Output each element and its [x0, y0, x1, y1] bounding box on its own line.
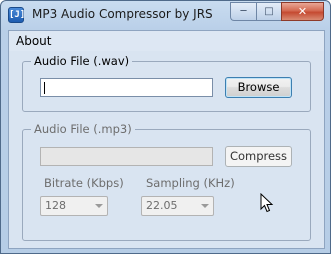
- mp3-file-group: Audio File (.mp3) Compress Bitrate (Kbps…: [22, 122, 311, 241]
- chevron-down-icon: [95, 204, 103, 208]
- menu-item-about[interactable]: About: [16, 34, 51, 48]
- mp3-group-title: Audio File (.mp3): [31, 122, 135, 136]
- bitrate-value: 128: [45, 199, 66, 212]
- compress-button[interactable]: Compress: [225, 146, 292, 167]
- title-bar[interactable]: [J] MP3 Audio Compressor by JRS ─ □ ✕: [1, 1, 330, 29]
- client-area: About Audio File (.wav) Browse Audio Fil…: [8, 30, 325, 249]
- close-icon: ✕: [297, 5, 308, 18]
- bitrate-select[interactable]: 128: [40, 196, 108, 216]
- chevron-down-icon: [201, 204, 209, 208]
- sampling-select[interactable]: 22.05: [141, 196, 214, 216]
- mp3-path-input[interactable]: [40, 147, 213, 166]
- minimize-icon: ─: [240, 6, 247, 17]
- app-icon[interactable]: [J]: [8, 7, 25, 23]
- close-button[interactable]: ✕: [281, 2, 324, 21]
- app-window: [J] MP3 Audio Compressor by JRS ─ □ ✕ Ab…: [0, 0, 331, 254]
- menu-bar: About: [9, 31, 324, 51]
- wav-path-input[interactable]: [40, 78, 213, 97]
- maximize-button[interactable]: □: [256, 2, 281, 21]
- bitrate-label: Bitrate (Kbps): [44, 176, 124, 190]
- browse-button[interactable]: Browse: [225, 77, 292, 98]
- minimize-button[interactable]: ─: [230, 2, 256, 21]
- caption-buttons: ─ □ ✕: [230, 2, 324, 21]
- wav-group-title: Audio File (.wav): [31, 54, 133, 68]
- wav-file-group: Audio File (.wav) Browse: [22, 54, 311, 112]
- window-title: MP3 Audio Compressor by JRS: [32, 7, 213, 21]
- maximize-icon: □: [264, 6, 274, 17]
- sampling-label: Sampling (KHz): [146, 176, 235, 190]
- sampling-value: 22.05: [146, 199, 178, 212]
- mouse-pointer-icon: [260, 193, 274, 213]
